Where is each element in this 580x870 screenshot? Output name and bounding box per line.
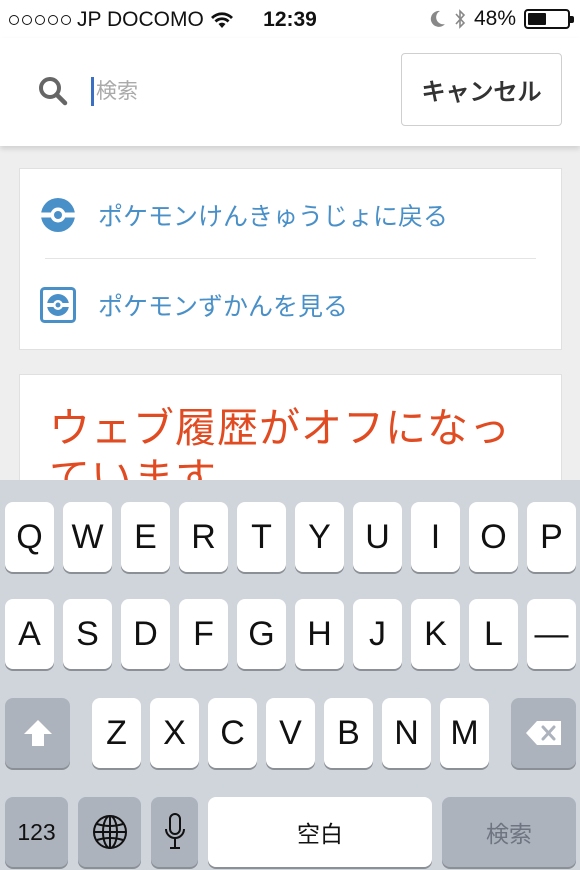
key-j[interactable]: J	[353, 599, 402, 669]
key-q[interactable]: Q	[5, 502, 54, 572]
key-n[interactable]: N	[382, 698, 431, 768]
navigation-card: ポケモンけんきゅうじょに戻る ポケモンずかんを見る	[19, 168, 562, 350]
carrier-name: JP DOCOMO	[77, 8, 204, 31]
key-g[interactable]: G	[237, 599, 286, 669]
key-t[interactable]: T	[237, 502, 286, 572]
nav-item-label: ポケモンけんきゅうじょに戻る	[98, 202, 449, 231]
key-e[interactable]: E	[121, 502, 170, 572]
key-m[interactable]: M	[440, 698, 489, 768]
keyboard: Q W E R T Y U I O P A S D F G H J K L — …	[0, 480, 580, 870]
space-key-label: 空白	[297, 821, 343, 847]
key-i[interactable]: I	[411, 502, 460, 572]
pokeball-icon	[41, 198, 75, 232]
microphone-key[interactable]	[151, 797, 198, 867]
pokedex-icon	[40, 287, 76, 323]
battery-level-fill	[528, 13, 547, 25]
key-c[interactable]: C	[208, 698, 257, 768]
key-z[interactable]: Z	[92, 698, 141, 768]
globe-icon	[92, 815, 127, 849]
status-left: JP DOCOMO	[9, 8, 234, 32]
key-b[interactable]: B	[324, 698, 373, 768]
cancel-button[interactable]: キャンセル	[401, 53, 562, 126]
key-u[interactable]: U	[353, 502, 402, 572]
key-x[interactable]: X	[150, 698, 199, 768]
key-h[interactable]: H	[295, 599, 344, 669]
space-key[interactable]: 空白	[208, 797, 432, 867]
signal-dots-icon	[9, 15, 71, 25]
moon-icon	[430, 10, 445, 27]
status-bar: JP DOCOMO 12:39 48%	[0, 0, 580, 38]
key-a[interactable]: A	[5, 599, 54, 669]
search-key-label: 検索	[486, 821, 532, 847]
search-input[interactable]	[96, 74, 376, 108]
nav-item-label: ポケモンずかんを見る	[98, 292, 349, 321]
key-v[interactable]: V	[266, 698, 315, 768]
key-k[interactable]: K	[411, 599, 460, 669]
microphone-icon	[164, 813, 185, 849]
key-p[interactable]: P	[527, 502, 576, 572]
globe-key[interactable]	[78, 797, 141, 867]
key-w[interactable]: W	[63, 502, 112, 572]
numbers-key-label: 123	[17, 818, 56, 845]
search-key[interactable]: 検索	[442, 797, 576, 867]
key-y[interactable]: Y	[295, 502, 344, 572]
status-right: 48%	[430, 7, 574, 31]
shift-icon	[23, 720, 52, 746]
backspace-key[interactable]	[511, 698, 576, 768]
key-s[interactable]: S	[63, 599, 112, 669]
wifi-icon	[210, 12, 233, 28]
key-d[interactable]: D	[121, 599, 170, 669]
key-r[interactable]: R	[179, 502, 228, 572]
key-dash[interactable]: —	[527, 599, 576, 669]
key-l[interactable]: L	[469, 599, 518, 669]
numbers-key[interactable]: 123	[5, 797, 68, 867]
key-o[interactable]: O	[469, 502, 518, 572]
text-cursor	[91, 77, 94, 106]
view-pokedex-link[interactable]: ポケモンずかんを見る	[20, 259, 561, 349]
key-f[interactable]: F	[179, 599, 228, 669]
battery-percent: 48%	[473, 7, 516, 30]
bluetooth-icon	[455, 9, 466, 29]
backspace-icon	[525, 721, 561, 745]
battery-icon	[524, 9, 574, 29]
search-icon	[39, 77, 68, 106]
back-to-lab-link[interactable]: ポケモンけんきゅうじょに戻る	[20, 169, 561, 259]
shift-key[interactable]	[5, 698, 70, 768]
search-header: キャンセル	[0, 38, 580, 146]
